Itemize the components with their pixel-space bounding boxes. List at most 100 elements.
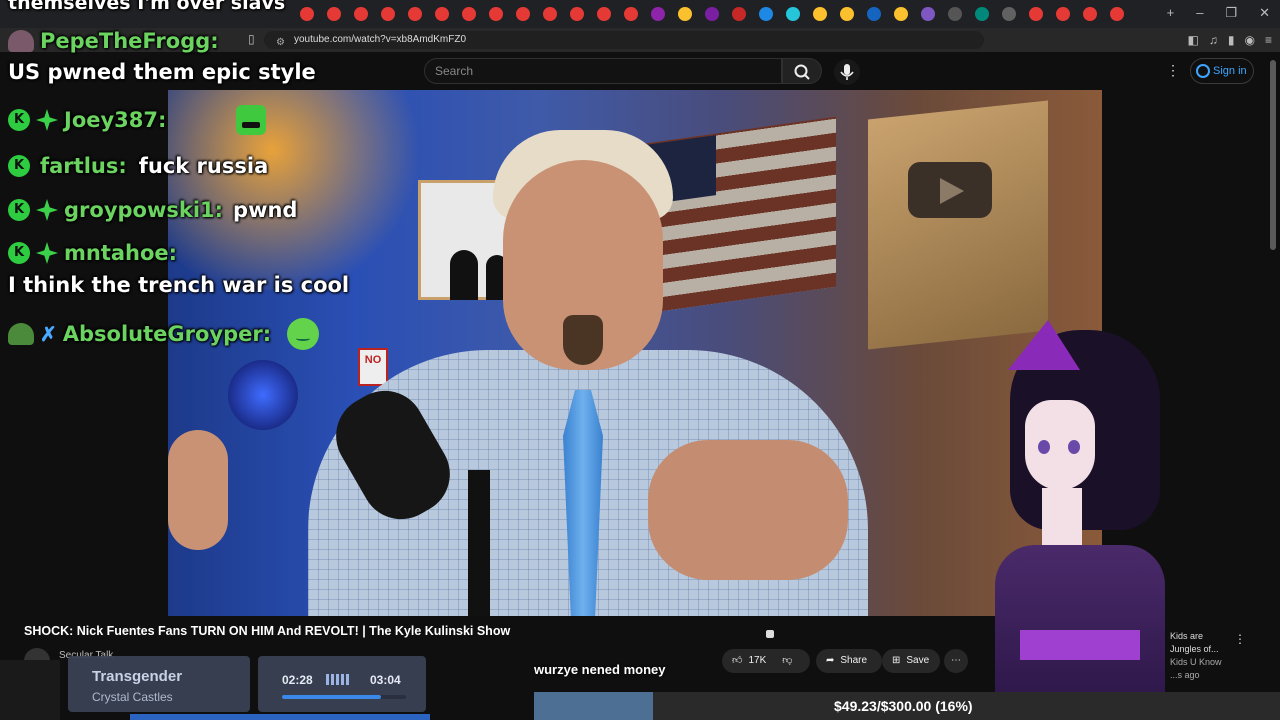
sidebar-icon[interactable]: ▮ — [1228, 33, 1235, 47]
sword-badge-icon: ✗ — [40, 323, 57, 346]
tab-favicon[interactable] — [597, 7, 611, 21]
video-player[interactable]: NO — [168, 90, 1102, 616]
vtuber-avatar — [980, 310, 1180, 720]
share-label: Share — [840, 655, 868, 666]
tab-favicon[interactable] — [435, 7, 449, 21]
video-title: SHOCK: Nick Fuentes Fans TURN ON HIM And… — [24, 624, 511, 638]
tab-favicon[interactable] — [948, 7, 962, 21]
search-button[interactable] — [782, 58, 822, 84]
chat-cut-off-line: themselves I'm over slavs — [8, 0, 286, 14]
tab-favicon[interactable] — [1083, 7, 1097, 21]
chat-username: PepeTheFrogg: — [40, 29, 219, 53]
extension-icons: ◧ ♫ ▮ ◉ ≡ — [1188, 33, 1272, 47]
close-window-icon[interactable]: ✕ — [1259, 5, 1270, 21]
turtle-badge-icon — [8, 30, 34, 52]
chat-message-text: fuck russia — [138, 154, 269, 178]
tab-favicon[interactable] — [1056, 7, 1070, 21]
tab-favicon[interactable] — [1110, 7, 1124, 21]
streamer-webcam-thumb — [0, 660, 60, 720]
avatar-eye — [1038, 440, 1050, 454]
new-tab-plus-icon[interactable]: + — [1167, 5, 1175, 21]
chat-username: groypowski1: — [64, 198, 224, 222]
chat-message-text: I think the trench war is cool — [8, 273, 350, 297]
voice-search-button[interactable] — [834, 59, 860, 85]
thumbs-down-icon[interactable]: 👎︎ — [782, 649, 792, 673]
settings-kebab-icon[interactable]: ⋮ — [1166, 62, 1180, 79]
tab-favicon[interactable] — [705, 7, 719, 21]
recommended-kebab-icon[interactable]: ⋮ — [1234, 632, 1246, 646]
page-scrollbar[interactable] — [1270, 60, 1276, 250]
tab-favicon[interactable] — [651, 7, 665, 21]
donation-goal-label: $49.23/$300.00 (16%) — [834, 698, 973, 714]
more-dots-icon: ⋯ — [951, 655, 961, 666]
chat-username: fartlus: — [40, 154, 127, 178]
tab-favicon[interactable] — [408, 7, 422, 21]
minimize-icon[interactable]: – — [1196, 5, 1203, 21]
maximize-icon[interactable]: ❐ — [1225, 5, 1237, 21]
chat-message-text: pwnd — [233, 198, 298, 222]
play-triangle-icon — [940, 178, 964, 204]
tab-favicon[interactable] — [921, 7, 935, 21]
tab-favicon[interactable] — [840, 7, 854, 21]
cursor-marker — [766, 630, 774, 638]
tab-favicon[interactable] — [462, 7, 476, 21]
profile-icon[interactable]: ◉ — [1245, 33, 1255, 47]
tab-favicon[interactable] — [1002, 7, 1016, 21]
chat-message-text: US pwned them epic style — [8, 60, 316, 84]
tab-favicon[interactable] — [1029, 7, 1043, 21]
tab-favicons — [300, 7, 1124, 21]
tab-favicon[interactable] — [759, 7, 773, 21]
menu-icon[interactable]: ≡ — [1265, 33, 1272, 47]
like-button[interactable]: 👍︎ 17K 👎︎ — [722, 649, 810, 673]
tab-favicon[interactable] — [381, 7, 395, 21]
smug-emote-icon — [287, 318, 320, 350]
tab-favicon[interactable] — [894, 7, 908, 21]
window-controls: + – ❐ ✕ — [1167, 5, 1270, 21]
grin-emote-icon — [236, 105, 267, 135]
url-text: youtube.com/watch?v=xb8AmdKmFZ0 — [294, 34, 467, 45]
tab-favicon[interactable] — [516, 7, 530, 21]
tab-favicon[interactable] — [813, 7, 827, 21]
chat-username: mntahoe: — [64, 241, 178, 265]
microphone-icon — [840, 64, 854, 80]
taskbar-strip — [130, 714, 430, 720]
tab-favicon[interactable] — [867, 7, 881, 21]
extension-icon[interactable]: ◧ — [1188, 33, 1199, 47]
chat-message: K mntahoe: — [8, 241, 177, 265]
save-button[interactable]: ⊞ Save — [882, 649, 940, 673]
share-button[interactable]: ➦ Share — [816, 649, 882, 673]
tab-favicon[interactable] — [543, 7, 557, 21]
bookmark-icon[interactable]: ▯ — [248, 32, 255, 46]
media-icon[interactable]: ♫ — [1209, 33, 1218, 47]
recommended-video[interactable]: Kids are Jungles of... Kids U Know ...s … — [1170, 630, 1222, 682]
live-caption: wurzye nened money — [534, 662, 666, 677]
tab-favicon[interactable] — [489, 7, 503, 21]
cat-silhouette — [450, 250, 478, 300]
song-time-card: 02:28 03:04 — [258, 656, 426, 712]
tab-favicon[interactable] — [354, 7, 368, 21]
url-field[interactable]: ⚙ youtube.com/watch?v=xb8AmdKmFZ0 — [264, 31, 984, 49]
tab-favicon[interactable] — [678, 7, 692, 21]
more-actions-button[interactable]: ⋯ — [944, 649, 968, 673]
search-input[interactable]: Search — [424, 58, 782, 84]
chat-message: K fartlus: fuck russia — [8, 154, 268, 178]
tab-favicon[interactable] — [975, 7, 989, 21]
equalizer-icon — [326, 674, 349, 685]
tab-favicon[interactable] — [786, 7, 800, 21]
avatar-sash — [1020, 630, 1140, 660]
tab-favicon[interactable] — [327, 7, 341, 21]
tab-favicon[interactable] — [732, 7, 746, 21]
tab-favicon[interactable] — [300, 7, 314, 21]
tab-favicon[interactable] — [624, 7, 638, 21]
host-right-hand — [648, 440, 848, 580]
song-progress-fill — [282, 695, 382, 699]
chat-message: PepeTheFrogg: — [8, 29, 219, 53]
site-info-icon[interactable]: ⚙ — [276, 34, 285, 52]
song-duration: 03:04 — [370, 673, 401, 687]
recommended-title-line2: Jungles of... — [1170, 644, 1219, 654]
host-goatee — [563, 315, 603, 365]
tab-favicon[interactable] — [570, 7, 584, 21]
chat-username: Joey387: — [64, 108, 167, 132]
host-left-hand — [168, 430, 228, 550]
sign-in-button[interactable]: Sign in — [1190, 58, 1254, 84]
